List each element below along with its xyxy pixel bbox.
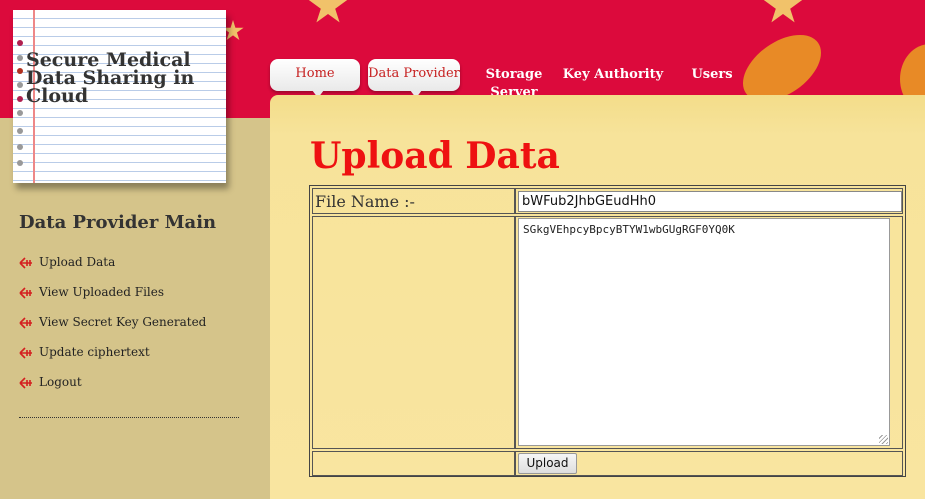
nav-link-users[interactable]: Users: [688, 66, 736, 84]
arrow-left-icon: [19, 257, 32, 269]
file-content-textarea[interactable]: SGkgVEhpcyBpcyBTYW1wbGUgRGF0YQ0K: [518, 218, 890, 446]
upload-button[interactable]: Upload: [518, 453, 577, 474]
sidebar-item-label: Update ciphertext: [39, 345, 150, 359]
arrow-left-icon: [19, 287, 32, 299]
nav-link-key-authority[interactable]: Key Authority: [560, 66, 666, 84]
notebook-hole: [17, 40, 23, 46]
sidebar-item-label: Logout: [39, 375, 82, 389]
sidebar-item-label: View Secret Key Generated: [39, 315, 207, 329]
file-name-input[interactable]: [518, 191, 902, 212]
nav-tab-home[interactable]: Home: [270, 59, 360, 98]
site-title: Secure Medical Data Sharing in Cloud: [26, 49, 195, 107]
sidebar-title: Data Provider Main: [19, 212, 217, 233]
notebook-hole: [17, 68, 23, 74]
arrow-left-icon: [19, 377, 32, 389]
sidebar-item-label: Upload Data: [39, 255, 116, 269]
textarea-resize-grip[interactable]: [879, 435, 888, 444]
notebook-hole: [17, 128, 23, 134]
arrow-left-icon: [19, 317, 32, 329]
decorative-star-icon: [308, 0, 348, 23]
notebook-hole: [17, 96, 23, 102]
nav-tab-data-provider[interactable]: Data Provider: [368, 59, 460, 98]
sidebar-divider: [19, 417, 239, 418]
arrow-left-icon: [19, 347, 32, 359]
notebook-hole: [17, 160, 23, 166]
table-cell: [312, 216, 515, 449]
notebook-hole: [17, 110, 23, 116]
sidebar-item-label: View Uploaded Files: [39, 285, 165, 299]
table-cell: [312, 451, 515, 476]
file-name-label: File Name :-: [315, 192, 415, 211]
page-title: Upload Data: [310, 135, 560, 177]
notebook-hole: [17, 55, 23, 61]
notebook-hole: [17, 144, 23, 150]
notebook-hole: [17, 82, 23, 88]
decorative-star-icon: [763, 0, 803, 23]
